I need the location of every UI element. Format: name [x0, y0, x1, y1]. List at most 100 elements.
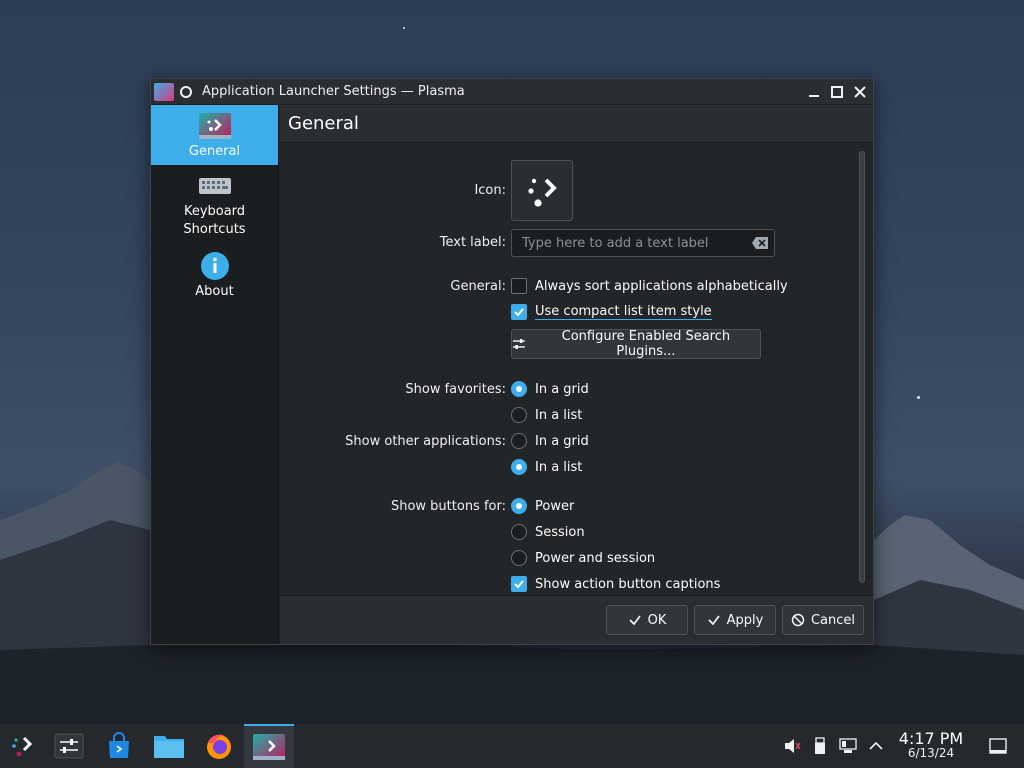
minimize-icon	[809, 95, 819, 97]
page-title: General	[288, 113, 359, 134]
checkmark-icon	[514, 580, 524, 589]
system-settings-task[interactable]	[44, 724, 94, 768]
kickoff-launcher-icon	[253, 734, 285, 760]
clock-time: 4:17 PM	[898, 729, 964, 748]
buttons-power-and-session-radio[interactable]: Power and session	[511, 550, 655, 566]
volume-muted-icon	[785, 739, 801, 753]
checkmark-icon	[708, 615, 720, 626]
clear-text-icon[interactable]	[751, 236, 769, 250]
radio[interactable]	[511, 498, 527, 514]
radio-label: Power and session	[535, 550, 656, 566]
sidebar-item-general[interactable]: General	[151, 105, 278, 165]
buttons-power-radio[interactable]: Power	[511, 498, 574, 514]
checkbox[interactable]	[511, 576, 527, 592]
favorites-grid-radio[interactable]: In a grid	[511, 381, 589, 397]
taskbar: 4:17 PM 6/13/24	[0, 724, 1024, 768]
radio-label: In a list	[535, 459, 583, 475]
pin-icon	[180, 85, 192, 98]
show-favorites-label: Show favorites:	[405, 382, 506, 397]
firefox-task[interactable]	[194, 724, 244, 768]
close-button[interactable]	[850, 82, 870, 102]
radio[interactable]	[511, 550, 527, 566]
removable-devices-button[interactable]	[806, 724, 834, 768]
kickoff-logo-icon	[528, 178, 557, 207]
app-launcher-icon	[154, 82, 174, 101]
window-titlebar[interactable]: Application Launcher Settings — Plasma	[151, 79, 873, 105]
other-apps-grid-radio[interactable]: In a grid	[511, 433, 589, 449]
show-captions-checkbox[interactable]: Show action button captions	[511, 576, 720, 592]
sidebar-item-keyboard-shortcuts[interactable]: Keyboard Shortcuts	[151, 165, 278, 245]
radio[interactable]	[511, 381, 527, 397]
sidebar-item-about[interactable]: About	[151, 245, 278, 305]
general-label: General:	[450, 279, 506, 294]
info-icon	[198, 251, 232, 281]
radio[interactable]	[511, 407, 527, 423]
radio[interactable]	[511, 433, 527, 449]
application-launcher-button[interactable]	[0, 724, 44, 768]
close-icon	[854, 86, 866, 98]
sidebar-item-label: Keyboard Shortcuts	[183, 204, 246, 237]
ok-button[interactable]: OK	[606, 605, 688, 635]
launcher-settings-task[interactable]	[244, 724, 294, 768]
file-manager-task[interactable]	[144, 724, 194, 768]
configure-search-plugins-button[interactable]: Configure Enabled Search Plugins...	[511, 329, 761, 359]
page-header: General	[280, 105, 873, 143]
folder-icon	[154, 736, 184, 758]
settings-sliders-icon	[54, 733, 84, 759]
compact-list-checkbox[interactable]: Use compact list item style	[511, 304, 712, 320]
volume-muted-button[interactable]	[778, 724, 806, 768]
kickoff-logo-icon	[12, 736, 33, 757]
dialog-footer: OK Apply Cancel	[280, 595, 873, 644]
settings-window: Application Launcher Settings — Plasma G…	[150, 78, 874, 645]
minimize-button[interactable]	[804, 82, 824, 102]
favorites-list-radio[interactable]: In a list	[511, 407, 582, 423]
store-bag-icon	[109, 732, 129, 758]
icon-picker-button[interactable]	[511, 160, 573, 221]
icon-label: Icon:	[474, 183, 506, 198]
settings-content: General Icon: Text label: General: Alway…	[280, 105, 873, 644]
chevron-up-icon	[869, 741, 883, 750]
radio-label: In a list	[535, 407, 583, 423]
usb-drive-icon	[815, 737, 825, 754]
text-label-input[interactable]	[511, 229, 775, 257]
show-buttons-for-label: Show buttons for:	[390, 499, 506, 514]
sidebar-item-label: About	[195, 284, 234, 299]
star	[917, 396, 920, 399]
button-label: OK	[647, 612, 667, 628]
text-label-label: Text label:	[439, 235, 506, 250]
window-menu-button[interactable]	[178, 84, 194, 100]
button-label: Apply	[726, 612, 764, 628]
cancel-icon	[791, 613, 805, 627]
clock-date: 6/13/24	[907, 746, 955, 760]
discover-task[interactable]	[94, 724, 144, 768]
checkbox[interactable]	[511, 304, 527, 320]
sidebar-item-label: General	[188, 144, 241, 159]
cancel-button[interactable]: Cancel	[782, 605, 864, 635]
always-sort-checkbox[interactable]: Always sort applications alphabetically	[511, 278, 788, 294]
show-hidden-icons-button[interactable]	[862, 724, 890, 768]
network-wired-icon	[839, 738, 857, 753]
checkbox[interactable]	[511, 278, 527, 294]
other-apps-list-radio[interactable]: In a list	[511, 459, 582, 475]
configure-icon	[512, 339, 525, 349]
kickoff-launcher-icon	[198, 111, 232, 141]
maximize-button[interactable]	[827, 82, 847, 102]
firefox-icon	[207, 734, 231, 759]
network-button[interactable]	[834, 724, 862, 768]
digital-clock[interactable]: 4:17 PM 6/13/24	[890, 731, 972, 761]
checkmark-icon	[514, 308, 524, 317]
apply-button[interactable]: Apply	[694, 605, 776, 635]
star	[403, 27, 405, 29]
show-desktop-button[interactable]	[972, 724, 1024, 768]
radio-label: Power	[535, 498, 575, 514]
radio[interactable]	[511, 459, 527, 475]
system-tray: 4:17 PM 6/13/24	[778, 724, 1024, 768]
sidebar: General Keyboard Shortcuts About	[151, 105, 279, 644]
radio-label: In a grid	[535, 433, 589, 449]
scrollbar[interactable]	[859, 151, 865, 583]
checkbox-label: Always sort applications alphabetically	[535, 278, 788, 294]
buttons-session-radio[interactable]: Session	[511, 524, 585, 540]
window-title: Application Launcher Settings — Plasma	[202, 84, 465, 99]
show-desktop-icon	[989, 738, 1007, 754]
radio[interactable]	[511, 524, 527, 540]
